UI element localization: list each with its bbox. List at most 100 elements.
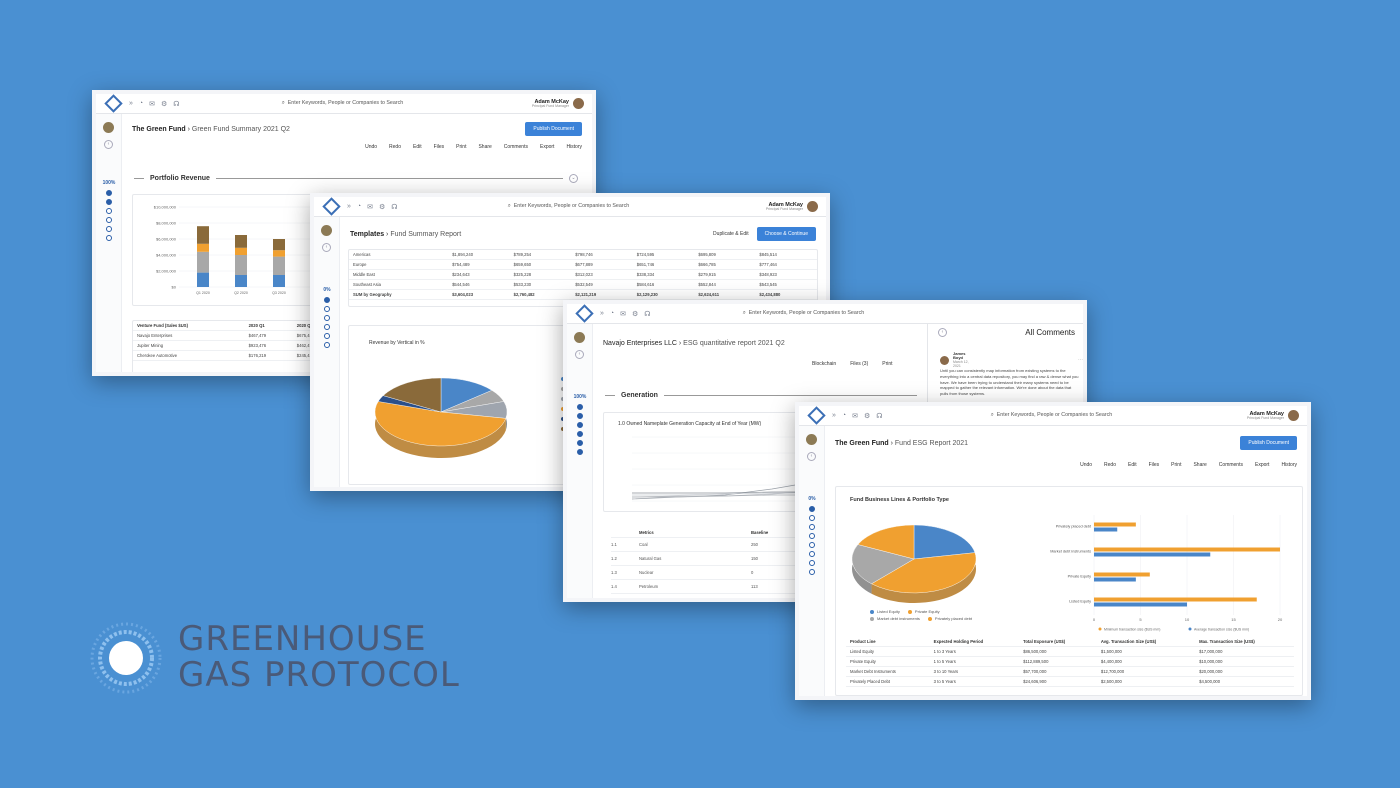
user-menu[interactable]: Adam McKay Principal Fund Manager: [532, 98, 584, 109]
print-button[interactable]: Print: [1171, 462, 1181, 468]
edit-button[interactable]: Edit: [413, 144, 422, 150]
notifications-icon[interactable]: ✉: [620, 310, 626, 318]
close-comments-icon[interactable]: ‹: [938, 328, 947, 337]
files-button[interactable]: Files: [1149, 462, 1160, 468]
comments-button[interactable]: Comments: [504, 144, 528, 150]
edit-button[interactable]: Edit: [1128, 462, 1137, 468]
share-button[interactable]: Share: [1193, 462, 1206, 468]
step-dot[interactable]: [809, 524, 815, 530]
step-dot[interactable]: [577, 404, 583, 410]
step-dot[interactable]: [324, 324, 330, 330]
publish-button[interactable]: Publish Document: [525, 122, 582, 136]
chart-icon[interactable]: ◔: [357, 203, 361, 210]
more-icon[interactable]: ⋯: [1078, 357, 1083, 363]
print-button[interactable]: Print: [882, 361, 892, 367]
breadcrumb-root[interactable]: Templates: [350, 231, 384, 238]
duplicate-edit-button[interactable]: Duplicate & Edit: [713, 231, 749, 237]
step-dot[interactable]: [809, 551, 815, 557]
step-dot[interactable]: [324, 342, 330, 348]
print-button[interactable]: Print: [456, 144, 466, 150]
redo-button[interactable]: Redo: [1104, 462, 1116, 468]
redo-button[interactable]: Redo: [389, 144, 401, 150]
search-input[interactable]: Enter Keywords, People or Companies to S…: [514, 203, 629, 209]
expand-icon[interactable]: »: [600, 310, 604, 317]
step-dot[interactable]: [106, 190, 112, 196]
app-logo[interactable]: [807, 406, 826, 425]
export-button[interactable]: Export: [1255, 462, 1269, 468]
help-icon[interactable]: ☊: [173, 100, 179, 108]
app-logo[interactable]: [322, 197, 341, 216]
back-icon[interactable]: ‹: [322, 243, 331, 252]
collapse-icon[interactable]: ⌄: [569, 174, 578, 183]
chart-icon[interactable]: ◔: [139, 100, 143, 107]
undo-button[interactable]: Undo: [365, 144, 377, 150]
step-dot[interactable]: [577, 449, 583, 455]
export-button[interactable]: Export: [540, 144, 554, 150]
expand-icon[interactable]: »: [347, 203, 351, 210]
notifications-icon[interactable]: ✉: [852, 412, 858, 420]
files-button[interactable]: Files (3): [850, 361, 868, 367]
avatar[interactable]: [573, 98, 584, 109]
breadcrumb-root[interactable]: The Green Fund: [132, 126, 186, 133]
settings-icon[interactable]: ⚙: [161, 100, 167, 108]
step-dot[interactable]: [809, 560, 815, 566]
breadcrumb-root[interactable]: The Green Fund: [835, 440, 889, 447]
user-menu[interactable]: Adam McKay Principal Fund Manager: [1247, 410, 1299, 421]
chart-icon[interactable]: ◔: [842, 412, 846, 419]
step-dot[interactable]: [106, 226, 112, 232]
app-logo[interactable]: [104, 94, 123, 113]
step-dot[interactable]: [106, 199, 112, 205]
notifications-icon[interactable]: ✉: [149, 100, 155, 108]
history-button[interactable]: History: [1281, 462, 1297, 468]
breadcrumb-root[interactable]: Navajo Enterprises LLC: [603, 340, 677, 347]
search-input[interactable]: Enter Keywords, People or Companies to S…: [749, 310, 864, 316]
step-dot[interactable]: [324, 297, 330, 303]
settings-icon[interactable]: ⚙: [632, 310, 638, 318]
expand-icon[interactable]: »: [129, 100, 133, 107]
user-menu[interactable]: Adam McKay Principal Fund Manager: [766, 201, 818, 212]
back-icon[interactable]: ‹: [104, 140, 113, 149]
search-bar[interactable]: ⌕ Enter Keywords, People or Companies to …: [96, 100, 592, 107]
blockchain-button[interactable]: Blockchain: [812, 361, 836, 367]
step-dot[interactable]: [577, 440, 583, 446]
help-icon[interactable]: ☊: [876, 412, 882, 420]
search-bar[interactable]: ⌕ Enter Keywords, People or Companies to …: [687, 310, 923, 317]
help-icon[interactable]: ☊: [391, 203, 397, 211]
search-input[interactable]: Enter Keywords, People or Companies to S…: [997, 412, 1112, 418]
settings-icon[interactable]: ⚙: [379, 203, 385, 211]
files-button[interactable]: Files: [434, 144, 445, 150]
app-logo[interactable]: [575, 304, 594, 323]
settings-icon[interactable]: ⚙: [864, 412, 870, 420]
avatar[interactable]: [1288, 410, 1299, 421]
step-dot[interactable]: [324, 306, 330, 312]
search-input[interactable]: Enter Keywords, People or Companies to S…: [288, 100, 403, 106]
history-button[interactable]: History: [566, 144, 582, 150]
back-icon[interactable]: ‹: [807, 452, 816, 461]
undo-button[interactable]: Undo: [1080, 462, 1092, 468]
chart-icon[interactable]: ◔: [610, 310, 614, 317]
share-button[interactable]: Share: [478, 144, 491, 150]
back-icon[interactable]: ‹: [575, 350, 584, 359]
step-dot[interactable]: [106, 235, 112, 241]
step-dot[interactable]: [809, 533, 815, 539]
step-dot[interactable]: [809, 506, 815, 512]
search-bar[interactable]: ⌕ Enter Keywords, People or Companies to …: [799, 412, 1307, 419]
step-dot[interactable]: [577, 413, 583, 419]
step-dot[interactable]: [324, 315, 330, 321]
step-dot[interactable]: [577, 422, 583, 428]
step-dot[interactable]: [809, 542, 815, 548]
step-dot[interactable]: [106, 217, 112, 223]
comments-button[interactable]: Comments: [1219, 462, 1243, 468]
choose-continue-button[interactable]: Choose & Continue: [756, 227, 816, 241]
step-dot[interactable]: [577, 431, 583, 437]
step-dot[interactable]: [106, 208, 112, 214]
step-dot[interactable]: [324, 333, 330, 339]
step-dot[interactable]: [809, 569, 815, 575]
step-dot[interactable]: [809, 515, 815, 521]
notifications-icon[interactable]: ✉: [367, 203, 373, 211]
avatar[interactable]: [807, 201, 818, 212]
help-icon[interactable]: ☊: [644, 310, 650, 318]
expand-icon[interactable]: »: [832, 412, 836, 419]
publish-button[interactable]: Publish Document: [1240, 436, 1297, 450]
y-tick-label: $2,000,000: [156, 269, 177, 274]
